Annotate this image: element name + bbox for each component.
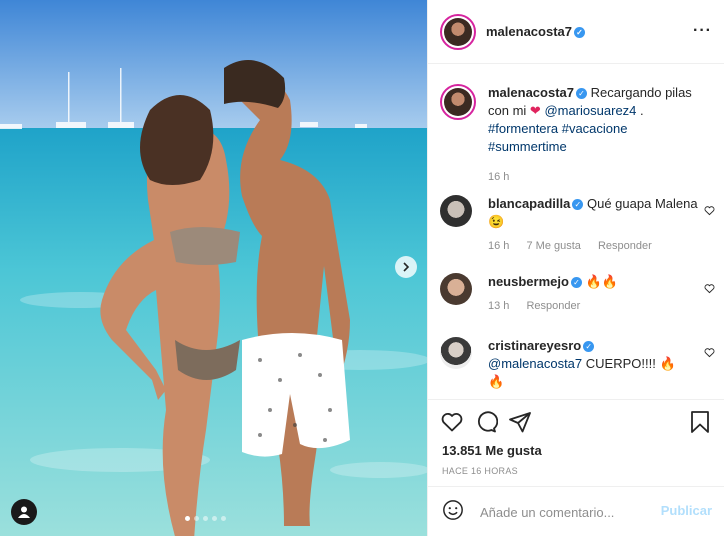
comment-likes[interactable]: 7 Me gusta	[526, 240, 580, 252]
fire-emoji: 🔥🔥	[585, 274, 618, 289]
reply-button[interactable]: Responder	[598, 240, 652, 252]
hashtag-link[interactable]: #vacacione	[562, 121, 628, 136]
fire-emoji: 🔥	[488, 374, 505, 389]
like-heart-icon[interactable]	[440, 410, 464, 434]
mention-link[interactable]: @mariosuarez4	[544, 103, 636, 118]
heart-emoji: ❤	[529, 103, 541, 118]
caption-avatar[interactable]	[440, 84, 476, 120]
verified-badge-icon: ✓	[574, 27, 585, 39]
tagged-users-button[interactable]	[11, 499, 37, 525]
action-icons	[440, 410, 532, 434]
emoji-smiley-icon[interactable]	[442, 499, 464, 521]
caption-time[interactable]: 16 h	[488, 171, 509, 183]
caption-username[interactable]: malenacosta7	[488, 85, 574, 100]
commenter-username[interactable]: blancapadilla	[488, 196, 570, 211]
carousel-dot	[212, 516, 217, 521]
carousel-dot	[194, 516, 199, 521]
post-timestamp[interactable]: HACE 16 HORAS	[442, 466, 518, 476]
commenter-username[interactable]: neusbermejo	[488, 274, 569, 289]
comments-section: malenacosta7 ✓ Recargando pilas con mi ❤ …	[428, 65, 724, 399]
post-header: malenacosta7 ✓ ···	[428, 0, 724, 64]
post-sidebar: malenacosta7 ✓ ··· malenacosta7 ✓ Recargan…	[427, 0, 724, 536]
comment-item: blancapadilla ✓ Qué guapa Malena 😉 16 h 7…	[440, 195, 715, 255]
carousel-dot	[221, 516, 226, 521]
comment-text: CUERPO!!!!	[582, 356, 656, 371]
mention-link[interactable]: @malenacosta7	[488, 356, 582, 371]
post-actions: 13.851 Me gusta HACE 16 HORAS Publicar	[428, 399, 724, 536]
user-icon	[18, 506, 30, 518]
beach-couple-photo	[0, 0, 427, 536]
save-button[interactable]	[688, 410, 712, 434]
add-comment-bar: Publicar	[428, 486, 724, 536]
reply-button[interactable]: Responder	[526, 300, 580, 312]
like-comment-heart-icon[interactable]	[704, 283, 715, 294]
caption-text-end: .	[636, 103, 644, 118]
like-comment-heart-icon[interactable]	[704, 205, 715, 216]
hashtag-link[interactable]: #summertime	[488, 139, 567, 154]
commenter-avatar[interactable]	[440, 337, 472, 369]
verified-badge-icon: ✓	[572, 199, 584, 211]
instagram-post: malenacosta7 ✓ ··· malenacosta7 ✓ Recargan…	[0, 0, 724, 536]
hashtag-link[interactable]: #formentera	[488, 121, 558, 136]
caption: malenacosta7 ✓ Recargando pilas con mi ❤ …	[440, 84, 715, 186]
author-avatar[interactable]	[440, 14, 476, 50]
verified-badge-icon: ✓	[583, 341, 595, 353]
commenter-avatar[interactable]	[440, 195, 472, 227]
verified-badge-icon: ✓	[576, 88, 587, 100]
wink-emoji: 😉	[488, 214, 505, 229]
verified-badge-icon: ✓	[570, 277, 582, 289]
more-options-button[interactable]: ···	[693, 22, 712, 40]
likes-count[interactable]: 13.851 Me gusta	[442, 443, 542, 458]
comment-item: neusbermejo ✓ 🔥🔥 13 h Responder	[440, 273, 715, 315]
author-username[interactable]: malenacosta7 ✓	[486, 24, 585, 39]
carousel-indicator	[185, 516, 226, 521]
comment-item: cristinareyesro ✓ @malenacosta7 CUERPO!!!…	[440, 337, 715, 391]
carousel-next-button[interactable]	[395, 256, 417, 278]
carousel-dot	[185, 516, 190, 521]
share-paper-plane-icon[interactable]	[508, 410, 532, 434]
comment-time[interactable]: 13 h	[488, 300, 509, 312]
comment-input[interactable]	[478, 500, 652, 524]
comment-text: Qué guapa Malena	[587, 196, 698, 211]
like-comment-heart-icon[interactable]	[704, 347, 715, 358]
comment-time[interactable]: 16 h	[488, 240, 509, 252]
comment-bubble-icon[interactable]	[474, 410, 498, 434]
chevron-right-icon	[403, 262, 410, 272]
fire-emoji: 🔥	[659, 356, 676, 371]
commenter-avatar[interactable]	[440, 273, 472, 305]
post-media[interactable]	[0, 0, 427, 536]
commenter-username[interactable]: cristinareyesro	[488, 338, 581, 353]
publish-button[interactable]: Publicar	[661, 503, 712, 518]
carousel-dot	[203, 516, 208, 521]
bookmark-icon	[691, 411, 709, 433]
